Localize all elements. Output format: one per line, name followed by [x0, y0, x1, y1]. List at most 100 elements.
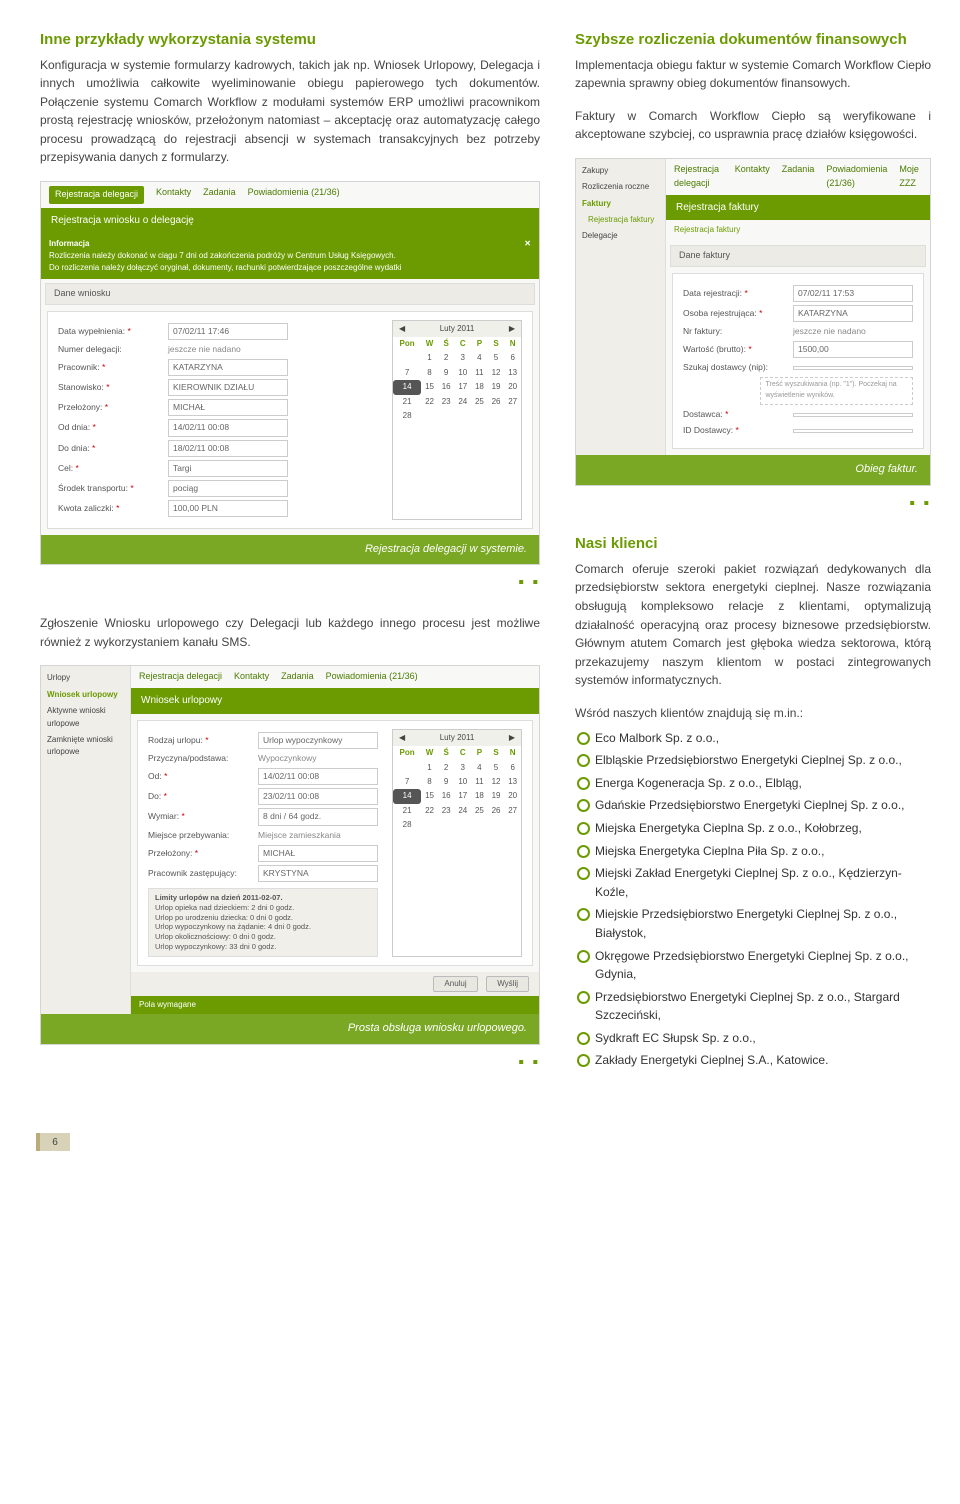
cal-next-icon[interactable]: ▶: [509, 732, 515, 744]
lbl-pracownik: Pracownik:: [58, 362, 100, 372]
list-item: Miejska Energetyka Cieplna Piła Sp. z o.…: [577, 842, 931, 861]
client-list: Eco Malbork Sp. z o.o., Elbląskie Przeds…: [575, 729, 931, 1071]
lbl-nr: Nr faktury:: [683, 325, 793, 338]
sidebar-faktura: Zakupy Rozliczenia roczne Faktury Rejest…: [576, 159, 666, 456]
cal-next-icon[interactable]: ▶: [509, 323, 515, 335]
val-srodek[interactable]: pociąg: [168, 480, 288, 497]
send-button[interactable]: Wyślij: [486, 976, 529, 992]
info-strip: Informacja Rozliczenia należy dokonać w …: [41, 234, 539, 279]
val-dostawca[interactable]: [793, 413, 913, 417]
cancel-button[interactable]: Anuluj: [433, 976, 477, 992]
figure-caption-1: Rejestracja delegacji w systemie.: [41, 535, 539, 564]
val-osoba[interactable]: KATARZYNA: [793, 305, 913, 322]
sidebar-item[interactable]: Faktury: [582, 198, 659, 210]
lbl-osoba: Osoba rejestrująca:: [683, 308, 757, 318]
decorative-dots: ▪ ▪: [40, 571, 540, 596]
tab[interactable]: Kontakty: [234, 670, 269, 684]
list-item: Miejskie Przedsiębiorstwo Energetyki Cie…: [577, 905, 931, 942]
decorative-dots: ▪ ▪: [575, 492, 931, 517]
dane-faktury-label: Dane faktury: [670, 245, 926, 267]
val-od[interactable]: 14/02/11 00:08: [258, 768, 378, 785]
val-pracownik[interactable]: KATARZYNA: [168, 359, 288, 376]
sidebar-item[interactable]: Aktywne wnioski urlopowe: [47, 705, 124, 730]
val-cel[interactable]: Targi: [168, 460, 288, 477]
tab-rejestracja[interactable]: Rejestracja delegacji: [49, 186, 144, 204]
tab-zadania[interactable]: Zadania: [203, 186, 236, 204]
info-heading: Informacja: [49, 239, 89, 248]
val-wartosc[interactable]: 1500,00: [793, 341, 913, 358]
sidebar-item-active[interactable]: Rejestracja faktury: [582, 214, 659, 226]
sidebar-item[interactable]: Delegacje: [582, 230, 659, 242]
sub-tab[interactable]: Rejestracja faktury: [666, 220, 930, 240]
tab-kontakty[interactable]: Kontakty: [156, 186, 191, 204]
search-input[interactable]: [793, 366, 913, 370]
val-rodzaj[interactable]: Urlop wypoczynkowy: [258, 732, 378, 749]
tab[interactable]: Powiadomienia (21/36): [826, 163, 887, 191]
decorative-dots: ▪ ▪: [40, 1051, 540, 1076]
cal-prev-icon[interactable]: ◀: [399, 323, 405, 335]
info-line-2: Do rozliczenia należy dołączyć oryginał,…: [49, 263, 401, 272]
tab[interactable]: Moje ZZZ: [899, 163, 922, 191]
figure-delegacja: Rejestracja delegacji Kontakty Zadania P…: [40, 181, 540, 565]
sidebar-item[interactable]: Rozliczenia roczne: [582, 181, 659, 193]
list-item: Miejska Energetyka Cieplna Sp. z o.o., K…: [577, 819, 931, 838]
val-przelozony[interactable]: MICHAŁ: [168, 399, 288, 416]
cal-title: Luty 2011: [440, 323, 475, 335]
sidebar-item[interactable]: Zamknięte wnioski urlopowe: [47, 734, 124, 759]
sidebar-item-active[interactable]: Wniosek urlopowy: [47, 689, 124, 701]
tab[interactable]: Zadania: [782, 163, 815, 191]
left-heading-1: Inne przykłady wykorzystania systemu: [40, 30, 540, 50]
val-od-dnia[interactable]: 14/02/11 00:08: [168, 419, 288, 436]
val-do[interactable]: 23/02/11 00:08: [258, 788, 378, 805]
lbl-data-rej: Data rejestracji:: [683, 288, 742, 298]
lbl-srodek: Środek transportu:: [58, 483, 128, 493]
lbl-przelozony2: Przełożony:: [148, 848, 192, 858]
tab-powiadomienia[interactable]: Powiadomienia (21/36): [248, 186, 340, 204]
calendar-widget-2[interactable]: ◀Luty 2011▶ PonWŚCPSN 123456 78910111213…: [392, 729, 522, 957]
lbl-wartosc: Wartość (brutto):: [683, 344, 746, 354]
list-item: Sydkraft EC Słupsk Sp. z o.o.,: [577, 1029, 931, 1048]
lbl-stanowisko: Stanowisko:: [58, 382, 104, 392]
list-item: Zakłady Energetyki Cieplnej S.A., Katowi…: [577, 1051, 931, 1070]
val-wymiar[interactable]: 8 dni / 64 godz.: [258, 808, 378, 825]
val-miejsce: Miejsce zamieszkania: [258, 829, 341, 842]
val-nr: jeszcze nie nadano: [793, 325, 866, 338]
lbl-od: Od:: [148, 771, 162, 781]
calendar-widget[interactable]: ◀Luty 2011▶ PonWŚCPSN 123456 78910111213…: [392, 320, 522, 521]
sidebar: Urlopy Wniosek urlopowy Aktywne wnioski …: [41, 666, 131, 1014]
panel-title: Wniosek urlopowy: [131, 688, 539, 714]
list-item: Eco Malbork Sp. z o.o.,: [577, 729, 931, 748]
cal-title: Luty 2011: [440, 732, 475, 744]
val-stanowisko[interactable]: KIEROWNIK DZIAŁU: [168, 379, 288, 396]
figure-caption-3: Obieg faktur.: [576, 455, 930, 484]
cal-prev-icon[interactable]: ◀: [399, 732, 405, 744]
tab[interactable]: Powiadomienia (21/36): [326, 670, 418, 684]
dane-wniosku-label: Dane wniosku: [45, 283, 535, 305]
val-przelozony2[interactable]: MICHAŁ: [258, 845, 378, 862]
lbl-rodzaj: Rodzaj urlopu:: [148, 735, 203, 745]
lbl-dostawca: Dostawca:: [683, 409, 723, 419]
val-zastep[interactable]: KRYSTYNA: [258, 865, 378, 882]
sidebar-item[interactable]: Zakupy: [582, 165, 659, 177]
required-fields-label: Pola wymagane: [131, 996, 539, 1014]
tab[interactable]: Rejestracja delegacji: [139, 670, 222, 684]
val-data-rej[interactable]: 07/02/11 17:53: [793, 285, 913, 302]
list-item: Przedsiębiorstwo Energetyki Cieplnej Sp.…: [577, 988, 931, 1025]
val-data-wypelnienia[interactable]: 07/02/11 17:46: [168, 323, 288, 340]
tab[interactable]: Kontakty: [735, 163, 770, 191]
list-item: Okręgowe Przedsiębiorstwo Energetyki Cie…: [577, 947, 931, 984]
tab[interactable]: Zadania: [281, 670, 314, 684]
panel-title-faktura: Rejestracja faktury: [666, 195, 930, 221]
val-do-dnia[interactable]: 18/02/11 00:08: [168, 440, 288, 457]
lbl-wymiar: Wymiar:: [148, 811, 179, 821]
tab[interactable]: Rejestracja delegacji: [674, 163, 723, 191]
info-line-1: Rozliczenia należy dokonać w ciągu 7 dni…: [49, 251, 396, 260]
leave-limits-summary: Limity urlopów na dzień 2011-02-07. Urlo…: [148, 888, 378, 957]
right-heading-2: Nasi klienci: [575, 534, 931, 554]
lbl-od-dnia: Od dnia:: [58, 422, 90, 432]
lbl-przelozony: Przełożony:: [58, 402, 102, 412]
sidebar-item[interactable]: Urlopy: [47, 672, 124, 684]
val-kwota[interactable]: 100,00 PLN: [168, 500, 288, 517]
val-iddostawca[interactable]: [793, 429, 913, 433]
close-icon[interactable]: ✕: [524, 238, 531, 250]
